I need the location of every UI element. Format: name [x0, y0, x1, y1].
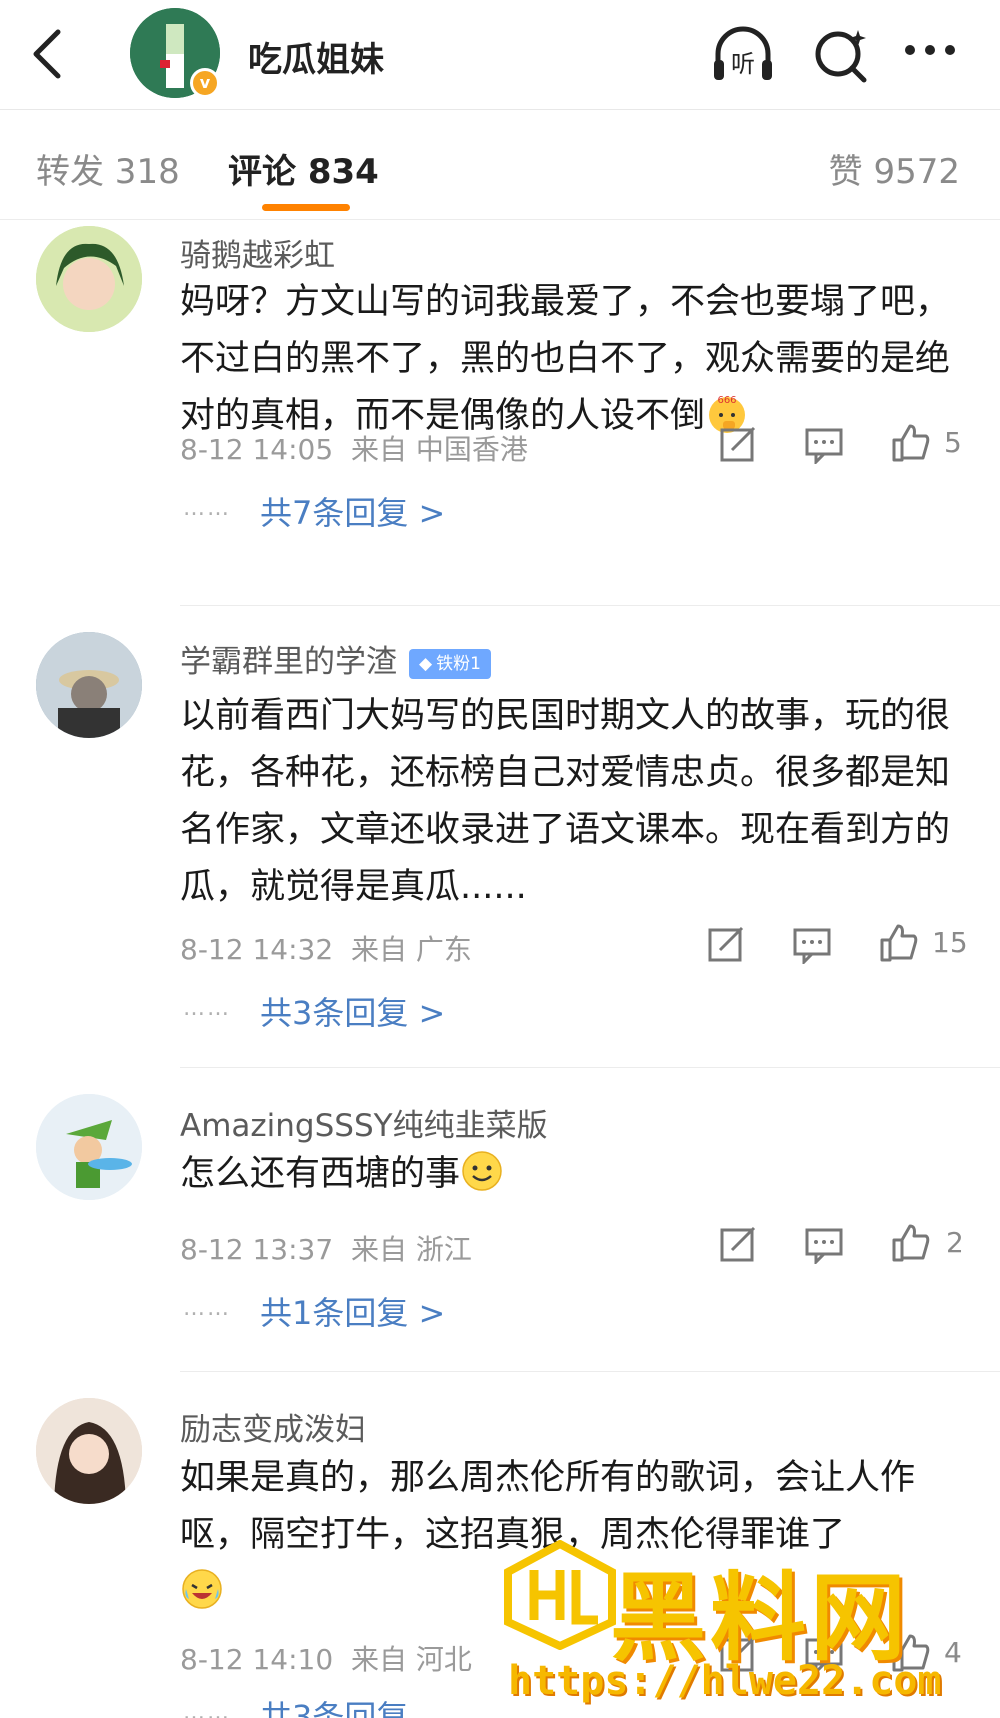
diamond-icon: ◆ [419, 653, 433, 674]
comment-time: 8-12 14:32 [180, 933, 334, 966]
like-thumb-icon[interactable] [890, 1222, 930, 1262]
watermark-url: https://hlwe22.com [508, 1658, 942, 1704]
like-count: 2 [946, 1226, 964, 1259]
repost-icon[interactable] [718, 424, 758, 464]
back-arrow-icon[interactable] [28, 26, 68, 82]
comment-source: 来自 浙江 [350, 1233, 472, 1266]
laugh-cry-emoji-icon [182, 1569, 222, 1609]
tab-comment[interactable]: 评论 834 [228, 144, 379, 193]
divider [180, 605, 1000, 606]
comment-meta: 8-12 13:37 来自 浙江 [180, 1228, 472, 1268]
tab-repost[interactable]: 转发 318 [36, 144, 180, 193]
comment-meta: 8-12 14:10 来自 河北 [180, 1638, 472, 1678]
more-options-icon[interactable] [900, 22, 966, 88]
active-tab-indicator [262, 204, 350, 211]
listen-headphones-icon[interactable]: 听 [710, 22, 776, 88]
commenter-name-text: 学霸群里的学渣 [180, 644, 397, 680]
comment-source: 来自 河北 [350, 1643, 472, 1676]
like-count: 15 [932, 926, 968, 959]
comment-meta: 8-12 14:05 来自 中国香港 [180, 428, 528, 468]
like-count: 5 [944, 426, 962, 459]
like-thumb-icon[interactable] [890, 422, 930, 462]
tab-like[interactable]: 赞 9572 [829, 144, 960, 193]
commenter-avatar[interactable] [36, 632, 142, 738]
account-name: 吃瓜姐妹 [248, 40, 384, 80]
comment-meta: 8-12 14:32 来自 广东 [180, 928, 472, 968]
watermark: 黑料网 https://hlwe22.com [500, 1540, 970, 1715]
repost-icon[interactable] [706, 924, 746, 964]
reply-dots: …… [183, 496, 231, 521]
commenter-avatar[interactable] [36, 1094, 142, 1200]
reply-icon[interactable] [792, 924, 832, 964]
commenter-avatar[interactable] [36, 1398, 142, 1504]
view-replies-link[interactable]: 共3条回复 > [260, 988, 445, 1034]
commenter-name[interactable]: 励志变成泼妇 [180, 1404, 366, 1449]
divider [180, 1067, 1000, 1068]
fan-badge: ◆ 铁粉1 [409, 648, 491, 679]
fan-badge-label: 铁粉1 [436, 653, 481, 674]
watermark-logo-icon [504, 1540, 616, 1650]
comment-source: 来自 中国香港 [350, 433, 528, 466]
reply-icon[interactable] [804, 424, 844, 464]
view-replies-link[interactable]: 共1条回复 > [260, 1288, 445, 1334]
listen-label: 听 [731, 50, 755, 78]
comment-text: 怎么还有西塘的事 [180, 1146, 960, 1203]
comment-body: 妈呀？方文山写的词我最爱了，不会也要塌了吧，不过白的黑不了，黑的也白不了，观众需… [180, 282, 951, 436]
repost-icon[interactable] [718, 1224, 758, 1264]
like-thumb-icon[interactable] [878, 922, 918, 962]
commenter-avatar[interactable] [36, 226, 142, 332]
tab-bar: 转发 318 评论 834 赞 9572 [0, 110, 1000, 220]
comment-time: 8-12 13:37 [180, 1233, 334, 1266]
comment-text: 以前看西门大妈写的民国时期文人的故事，玩的很花，各种花，还标榜自己对爱情忠贞。很… [180, 696, 951, 907]
comment-time: 8-12 14:10 [180, 1643, 334, 1676]
view-replies-link[interactable]: 共3条回复 [260, 1692, 408, 1718]
reply-dots: …… [183, 1700, 231, 1718]
commenter-name[interactable]: 学霸群里的学渣 ◆ 铁粉1 [180, 636, 491, 681]
divider [180, 1371, 1000, 1372]
verified-badge-icon: v [190, 68, 220, 98]
commenter-name[interactable]: AmazingSSSY纯纯韭菜版 [180, 1100, 548, 1145]
comment-text: 妈呀？方文山写的词我最爱了，不会也要塌了吧，不过白的黑不了，黑的也白不了，观众需… [180, 274, 960, 445]
comment-time: 8-12 14:05 [180, 433, 334, 466]
reply-dots: …… [183, 996, 231, 1021]
comment-source: 来自 广东 [350, 933, 472, 966]
commenter-name[interactable]: 骑鹅越彩虹 [180, 230, 335, 275]
view-replies-link[interactable]: 共7条回复 > [260, 488, 445, 534]
svg-text:666: 666 [717, 395, 736, 406]
comment-body: 怎么还有西塘的事 [180, 1154, 461, 1194]
top-bar: v 吃瓜姐妹 听 [0, 0, 1000, 110]
reply-icon[interactable] [804, 1224, 844, 1264]
search-icon[interactable] [808, 22, 874, 88]
smile-emoji-icon [462, 1151, 502, 1191]
reply-dots: …… [183, 1296, 231, 1321]
